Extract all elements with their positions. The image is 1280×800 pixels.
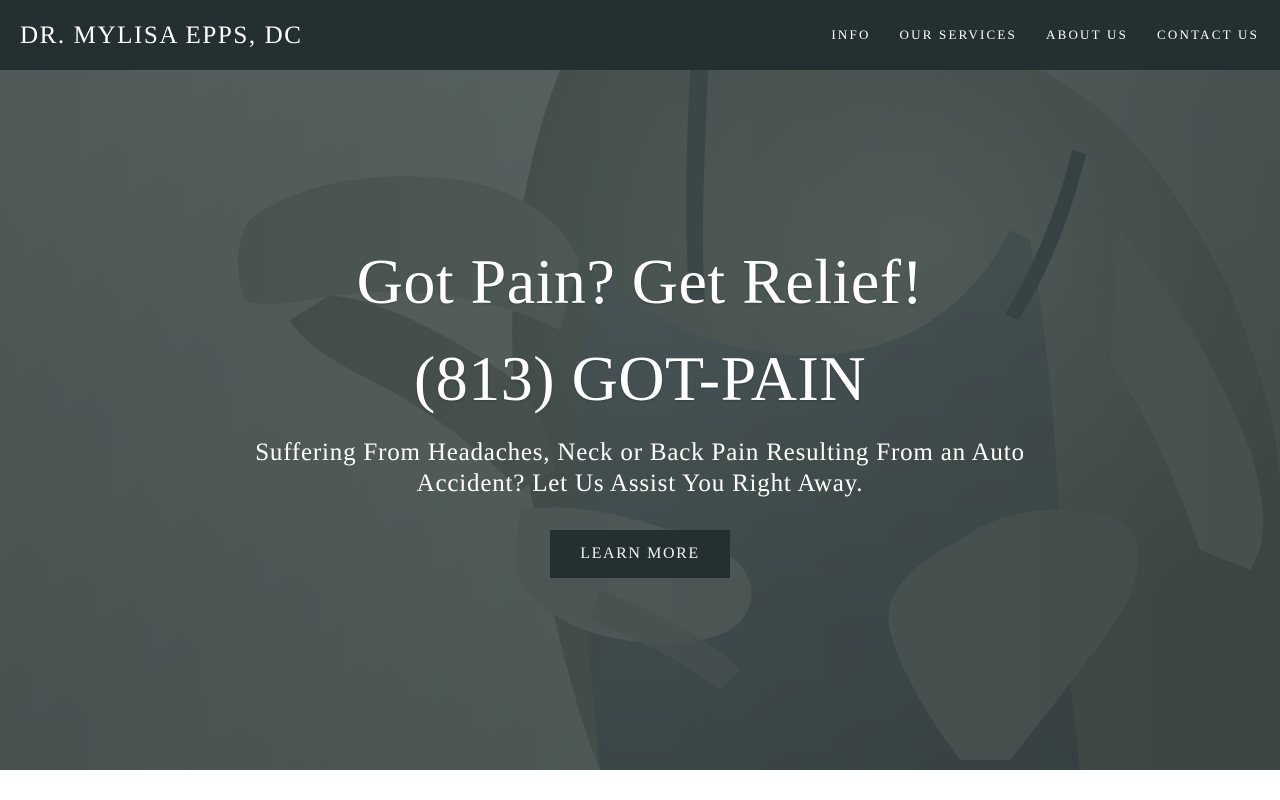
main-nav: INFO OUR SERVICES ABOUT US CONTACT US [802, 27, 1259, 43]
hero-content: Got Pain? Get Relief! (813) GOT-PAIN Suf… [0, 70, 1280, 770]
hero-headline: Got Pain? Get Relief! [356, 246, 924, 317]
hero-subtext: Suffering From Headaches, Neck or Back P… [255, 439, 1025, 497]
site-brand[interactable]: DR. MYLISA EPPS, DC [20, 23, 303, 48]
nav-item-our-services[interactable]: OUR SERVICES [900, 27, 1017, 43]
nav-item-contact-us[interactable]: CONTACT US [1157, 27, 1259, 43]
hero-phone-number: (813) GOT-PAIN [413, 343, 867, 414]
below-fold-section [0, 770, 1280, 800]
learn-more-button[interactable]: LEARN MORE [550, 530, 730, 578]
hero-section: Got Pain? Get Relief! (813) GOT-PAIN Suf… [0, 70, 1280, 770]
nav-item-about-us[interactable]: ABOUT US [1046, 27, 1128, 43]
nav-item-info[interactable]: INFO [831, 27, 870, 43]
top-navigation-bar: DR. MYLISA EPPS, DC INFO OUR SERVICES AB… [0, 0, 1280, 70]
